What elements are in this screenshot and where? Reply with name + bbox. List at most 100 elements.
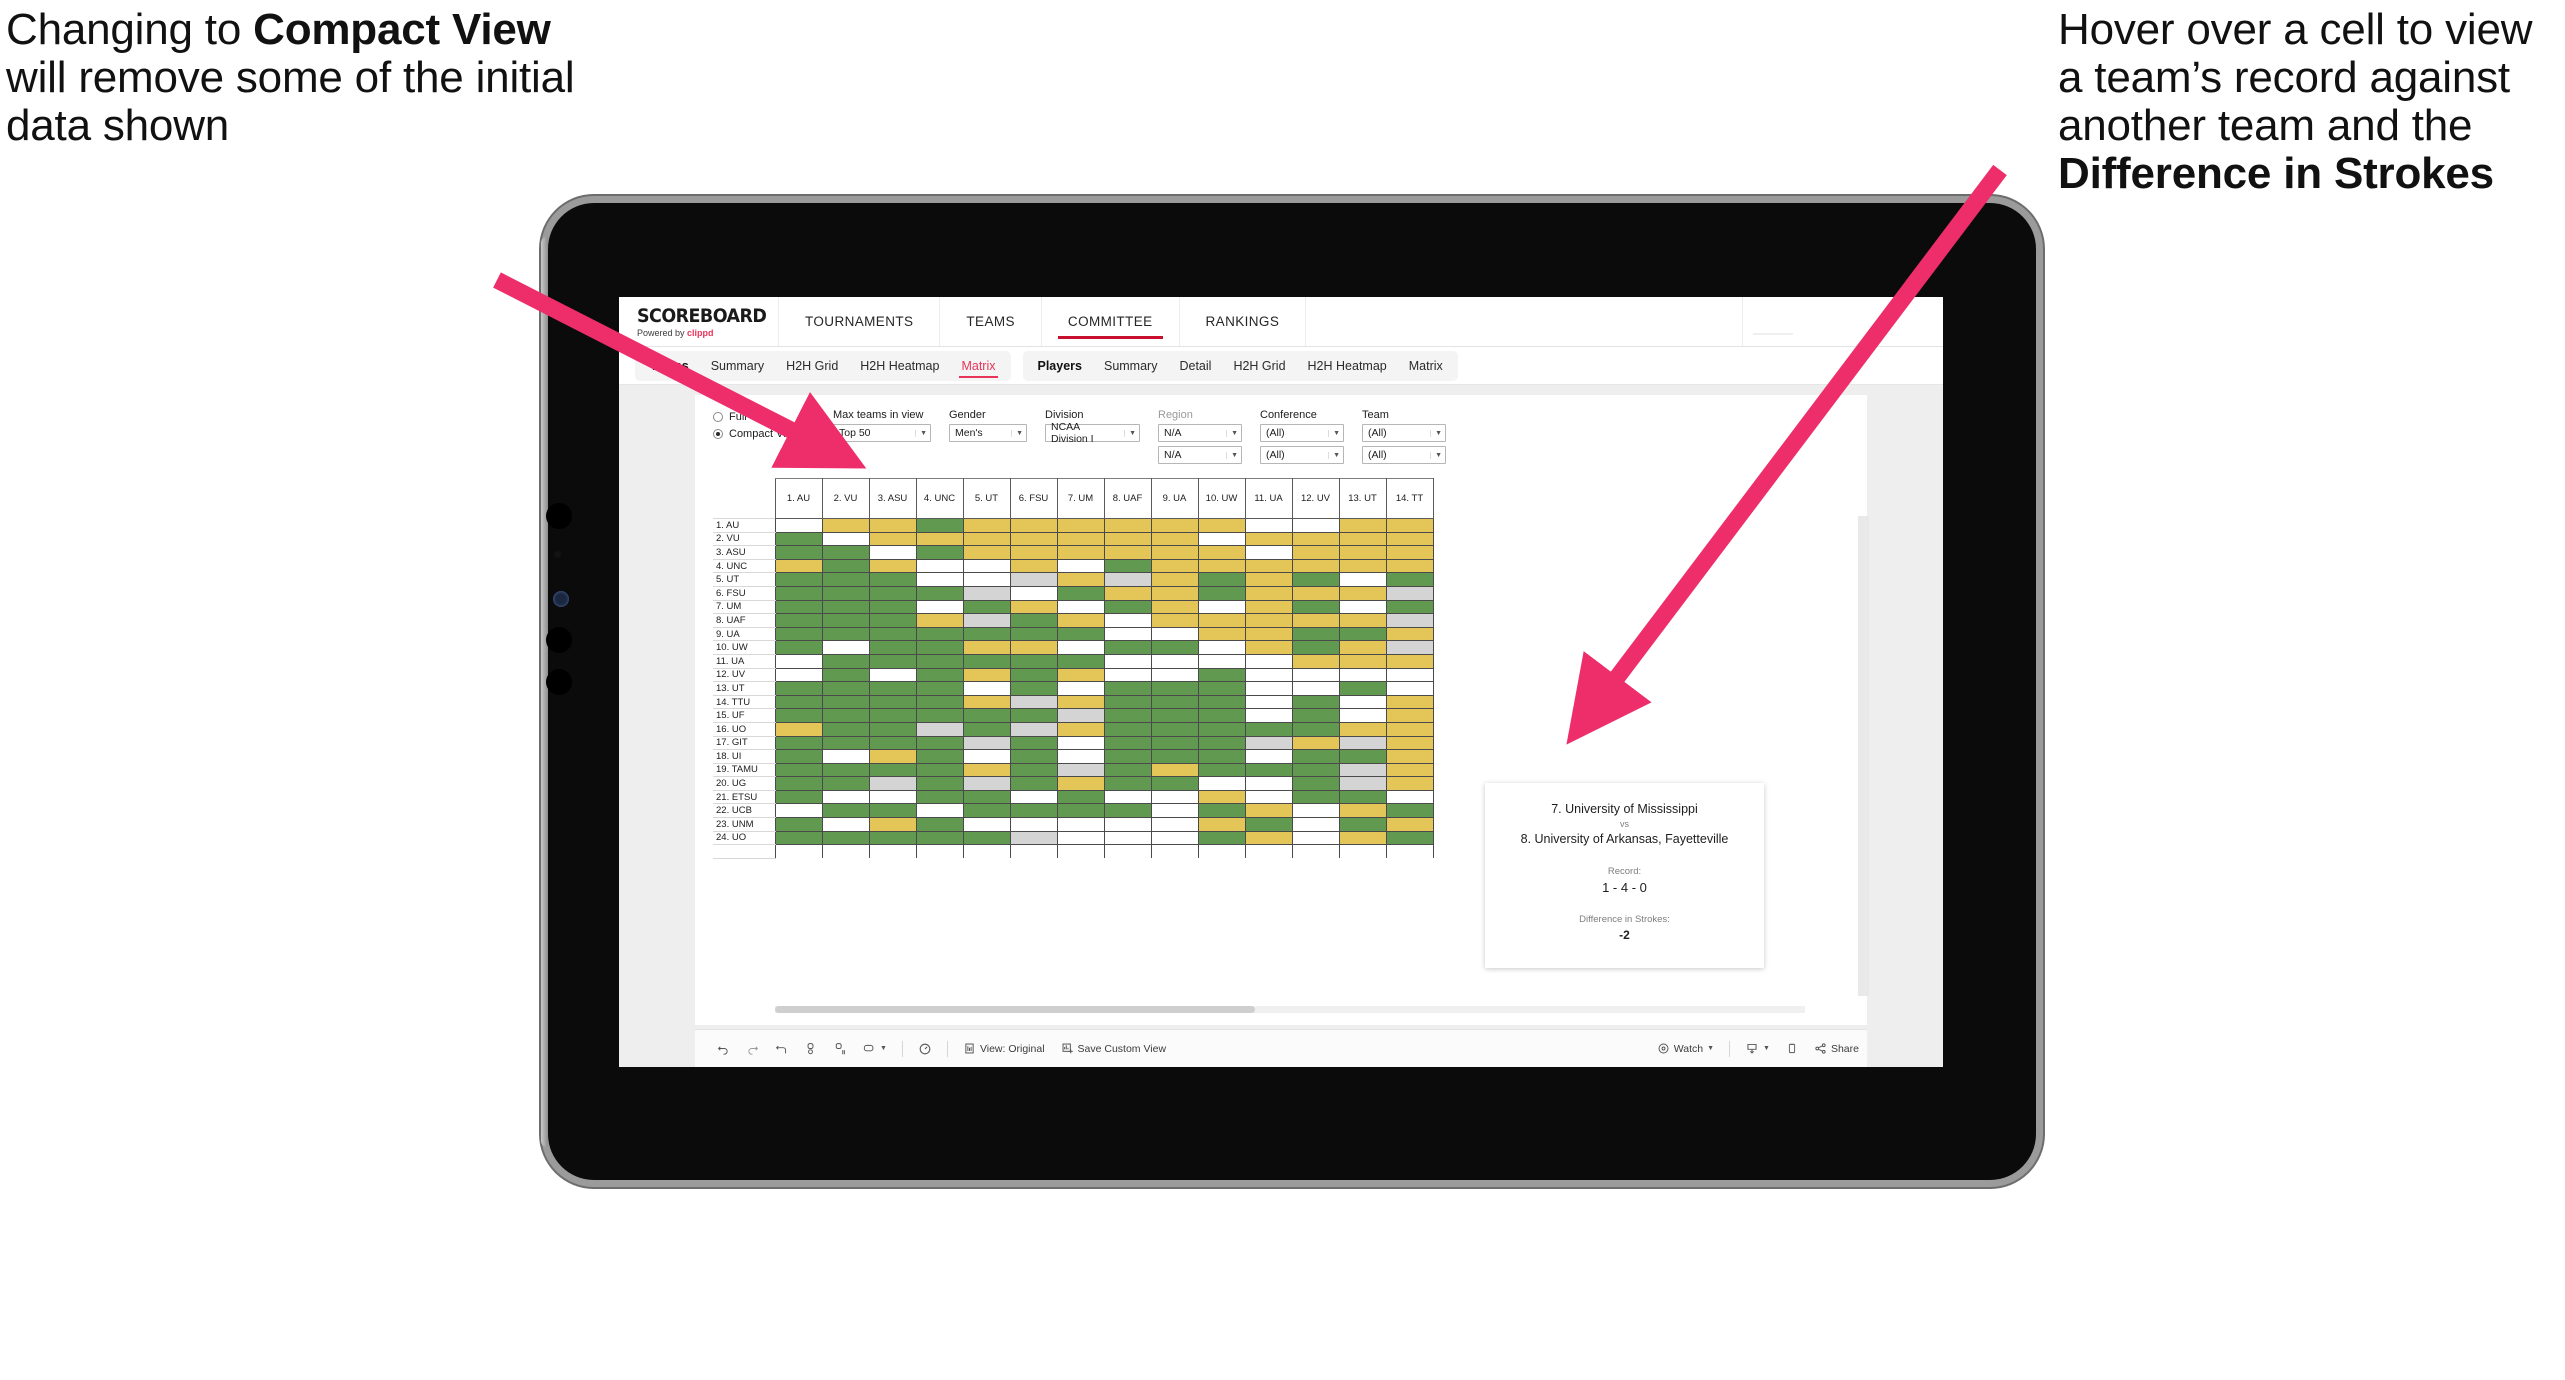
matrix-cell[interactable] xyxy=(1056,817,1105,832)
matrix-cell[interactable] xyxy=(774,776,823,791)
matrix-cell[interactable] xyxy=(821,762,870,778)
matrix-cell[interactable] xyxy=(915,585,964,601)
matrix-cell[interactable] xyxy=(1244,789,1293,805)
matrix-cell[interactable] xyxy=(1385,817,1434,832)
matrix-cell[interactable] xyxy=(1197,735,1246,751)
matrix-cell[interactable] xyxy=(1197,585,1246,601)
matrix-cell[interactable] xyxy=(1338,735,1387,751)
matrix-cell[interactable] xyxy=(1103,653,1152,669)
matrix-cell[interactable] xyxy=(1197,545,1246,560)
matrix-cell[interactable] xyxy=(1150,708,1199,723)
matrix-cell[interactable] xyxy=(1291,789,1340,805)
matrix-cell[interactable] xyxy=(868,613,917,628)
matrix-cell[interactable] xyxy=(774,599,823,615)
matrix-cell[interactable] xyxy=(774,749,823,764)
matrix-cell[interactable] xyxy=(1103,708,1152,723)
matrix-cell[interactable] xyxy=(1056,640,1105,655)
matrix-cell[interactable] xyxy=(1338,558,1387,574)
matrix-cell[interactable] xyxy=(915,518,964,533)
matrix-cell[interactable] xyxy=(1244,585,1293,601)
matrix-cell[interactable] xyxy=(1197,613,1246,628)
matrix-cell[interactable] xyxy=(1244,599,1293,615)
tab-players-h2h-grid[interactable]: H2H Grid xyxy=(1222,351,1296,381)
matrix-cell[interactable] xyxy=(1197,626,1246,642)
matrix-cell[interactable] xyxy=(1338,572,1387,587)
matrix-cell[interactable] xyxy=(1385,721,1434,737)
matrix-cell[interactable] xyxy=(868,640,917,655)
select-conference-2[interactable]: (All) ▼ xyxy=(1260,446,1344,464)
save-custom-view-button[interactable]: Save Custom View xyxy=(1053,1042,1175,1055)
matrix-cell[interactable] xyxy=(962,518,1011,533)
matrix-cell[interactable] xyxy=(821,844,870,859)
matrix-cell[interactable] xyxy=(962,762,1011,778)
matrix-cell[interactable] xyxy=(915,762,964,778)
matrix-cell[interactable] xyxy=(774,585,823,601)
tab-teams-h2h-heatmap[interactable]: H2H Heatmap xyxy=(849,351,950,381)
matrix-cell[interactable] xyxy=(1291,572,1340,587)
matrix-cell[interactable] xyxy=(868,789,917,805)
matrix-cell[interactable] xyxy=(915,694,964,710)
matrix-cell[interactable] xyxy=(1150,599,1199,615)
matrix-cell[interactable] xyxy=(821,626,870,642)
matrix-cell[interactable] xyxy=(915,681,964,696)
matrix-cell[interactable] xyxy=(1056,626,1105,642)
matrix-cell[interactable] xyxy=(1009,640,1058,655)
matrix-cell[interactable] xyxy=(774,789,823,805)
matrix-cell[interactable] xyxy=(774,667,823,683)
matrix-cell[interactable] xyxy=(1056,585,1105,601)
matrix-cell[interactable] xyxy=(1385,599,1434,615)
matrix-cell[interactable] xyxy=(1338,694,1387,710)
matrix-cell[interactable] xyxy=(1056,545,1105,560)
matrix-cell[interactable] xyxy=(1103,721,1152,737)
matrix-cell[interactable] xyxy=(1291,694,1340,710)
matrix-cell[interactable] xyxy=(868,667,917,683)
matrix-cell[interactable] xyxy=(962,558,1011,574)
matrix-cell[interactable] xyxy=(821,545,870,560)
matrix-cell[interactable] xyxy=(915,789,964,805)
matrix-cell[interactable] xyxy=(821,817,870,832)
matrix-cell[interactable] xyxy=(1385,653,1434,669)
matrix-cell[interactable] xyxy=(1056,749,1105,764)
matrix-cell[interactable] xyxy=(962,708,1011,723)
matrix-cell[interactable] xyxy=(1103,518,1152,533)
matrix-cell[interactable] xyxy=(962,830,1011,846)
matrix-cell[interactable] xyxy=(915,721,964,737)
matrix-cell[interactable] xyxy=(1103,694,1152,710)
select-gender[interactable]: Men's ▼ xyxy=(949,424,1027,442)
matrix-cell[interactable] xyxy=(962,803,1011,819)
matrix-cell[interactable] xyxy=(1385,844,1434,859)
matrix-cell[interactable] xyxy=(868,599,917,615)
matrix-cell[interactable] xyxy=(1291,803,1340,819)
matrix-cell[interactable] xyxy=(1150,518,1199,533)
matrix-cell[interactable] xyxy=(915,844,964,859)
matrix-cell[interactable] xyxy=(1197,653,1246,669)
matrix-cell[interactable] xyxy=(962,694,1011,710)
matrix-cell[interactable] xyxy=(868,708,917,723)
matrix-cell[interactable] xyxy=(915,640,964,655)
matrix-cell[interactable] xyxy=(1385,518,1434,533)
pause-button[interactable] xyxy=(825,1042,854,1055)
matrix-cell[interactable] xyxy=(1385,830,1434,846)
matrix-cell[interactable] xyxy=(821,776,870,791)
matrix-cell[interactable] xyxy=(962,599,1011,615)
matrix-cell[interactable] xyxy=(868,653,917,669)
matrix-cell[interactable] xyxy=(962,585,1011,601)
matrix-cell[interactable] xyxy=(1150,749,1199,764)
matrix-cell[interactable] xyxy=(1338,789,1387,805)
download-button[interactable]: ▼ xyxy=(1737,1042,1778,1055)
matrix-cell[interactable] xyxy=(1338,749,1387,764)
matrix-cell[interactable] xyxy=(1150,681,1199,696)
tab-players-summary[interactable]: Summary xyxy=(1093,351,1168,381)
matrix-cell[interactable] xyxy=(915,613,964,628)
matrix-cell[interactable] xyxy=(1385,708,1434,723)
matrix-cell[interactable] xyxy=(1150,844,1199,859)
matrix-cell[interactable] xyxy=(915,626,964,642)
matrix-cell[interactable] xyxy=(1197,531,1246,547)
matrix-cell[interactable] xyxy=(1103,667,1152,683)
matrix-cell[interactable] xyxy=(1197,817,1246,832)
matrix-cell[interactable] xyxy=(1150,572,1199,587)
matrix-cell[interactable] xyxy=(1291,830,1340,846)
matrix-cell[interactable] xyxy=(1103,640,1152,655)
matrix-cell[interactable] xyxy=(821,708,870,723)
matrix-cell[interactable] xyxy=(1009,694,1058,710)
